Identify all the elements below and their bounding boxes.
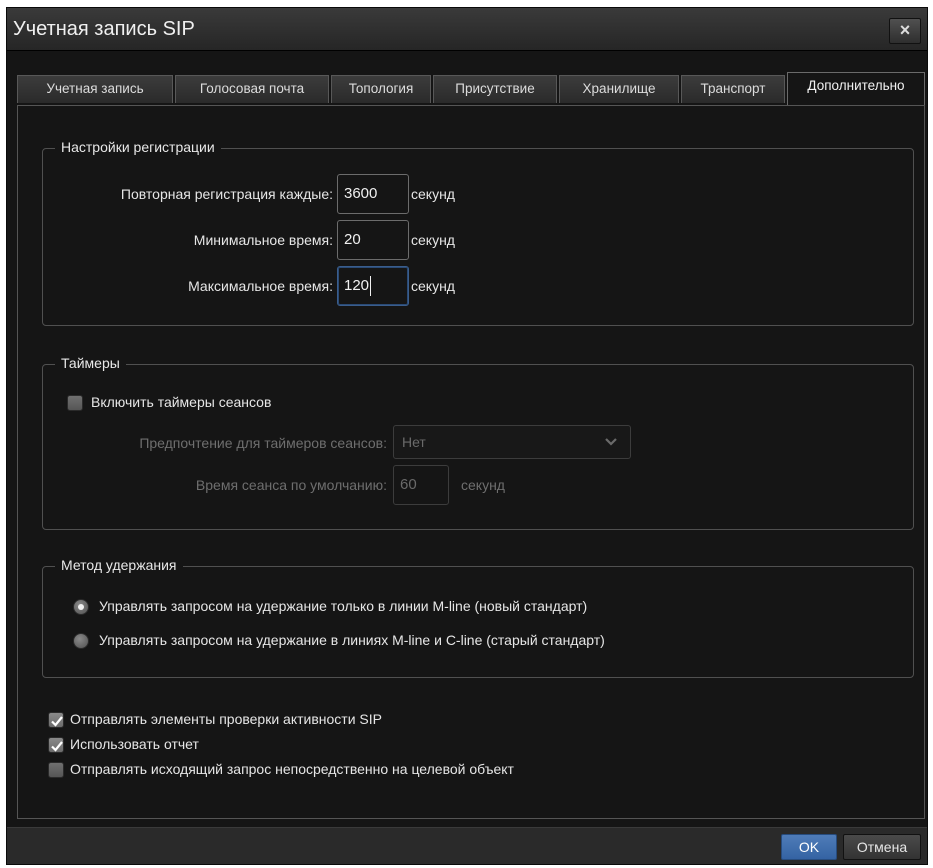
registration-group: Настройки регистрации Повторная регистра… bbox=[42, 139, 914, 326]
min-time-unit: секунд bbox=[411, 232, 455, 248]
ok-button[interactable]: OK bbox=[781, 834, 837, 860]
timer-preference-value: Нет bbox=[402, 434, 426, 450]
timers-group: Таймеры Включить таймеры сеансов Предпоч… bbox=[42, 355, 914, 530]
timer-preference-label: Предпочтение для таймеров сеансов: bbox=[139, 435, 387, 451]
enable-session-timers-label[interactable]: Включить таймеры сеансов bbox=[91, 394, 271, 410]
cancel-button[interactable]: Отмена bbox=[843, 834, 921, 860]
sip-account-dialog: Учетная запись SIP × Учетная запись Голо… bbox=[6, 7, 928, 865]
checkmark-icon bbox=[51, 741, 63, 752]
hold-mline-label[interactable]: Управлять запросом на удержание только в… bbox=[99, 598, 587, 614]
use-report-label[interactable]: Использовать отчет bbox=[70, 736, 199, 752]
reregister-input[interactable]: 3600 bbox=[337, 174, 409, 214]
reregister-unit: секунд bbox=[411, 186, 455, 202]
max-time-value: 120 bbox=[344, 277, 370, 294]
close-button[interactable]: × bbox=[889, 18, 921, 44]
tab-account[interactable]: Учетная запись bbox=[17, 75, 173, 103]
max-time-label: Максимальное время: bbox=[188, 278, 333, 294]
hold-method-group: Метод удержания Управлять запросом на уд… bbox=[42, 557, 914, 678]
hold-method-legend: Метод удержания bbox=[55, 557, 183, 573]
chevron-down-icon bbox=[604, 426, 618, 469]
max-time-input[interactable]: 120 bbox=[337, 266, 409, 306]
min-time-input[interactable]: 20 bbox=[337, 220, 409, 260]
tab-bar: Учетная запись Голосовая почта Топология… bbox=[17, 72, 925, 106]
timer-preference-select[interactable]: Нет bbox=[393, 425, 631, 459]
max-time-unit: секунд bbox=[411, 278, 455, 294]
hold-mline-cline-label[interactable]: Управлять запросом на удержание в линиях… bbox=[99, 632, 605, 648]
default-session-time-label: Время сеанса по умолчанию: bbox=[195, 477, 387, 493]
timers-legend: Таймеры bbox=[55, 355, 126, 371]
use-report-checkbox[interactable] bbox=[48, 737, 64, 753]
advanced-panel: Настройки регистрации Повторная регистра… bbox=[17, 105, 925, 819]
hold-mline-cline-radio[interactable] bbox=[73, 633, 89, 649]
tab-voicemail[interactable]: Голосовая почта bbox=[175, 75, 329, 103]
direct-outgoing-label[interactable]: Отправлять исходящий запрос непосредстве… bbox=[70, 761, 514, 777]
tab-presence[interactable]: Присутствие bbox=[433, 75, 557, 103]
title-bar[interactable]: Учетная запись SIP × bbox=[7, 8, 927, 51]
text-caret bbox=[370, 276, 372, 297]
dialog-footer: OK Отмена bbox=[7, 827, 927, 864]
close-icon: × bbox=[899, 20, 911, 40]
tab-transport[interactable]: Транспорт bbox=[681, 75, 785, 103]
default-session-time-input[interactable]: 60 bbox=[393, 465, 449, 505]
reregister-label: Повторная регистрация каждые: bbox=[120, 186, 333, 202]
keepalive-label[interactable]: Отправлять элементы проверки активности … bbox=[70, 711, 382, 727]
keepalive-checkbox[interactable] bbox=[48, 712, 64, 728]
default-session-time-unit: секунд bbox=[461, 477, 505, 493]
min-time-label: Минимальное время: bbox=[193, 232, 333, 248]
checkmark-icon bbox=[51, 716, 63, 727]
hold-mline-radio[interactable] bbox=[73, 599, 89, 615]
tab-advanced[interactable]: Дополнительно bbox=[787, 72, 925, 105]
window-title: Учетная запись SIP bbox=[13, 18, 195, 40]
tab-storage[interactable]: Хранилище bbox=[559, 75, 679, 103]
registration-legend: Настройки регистрации bbox=[55, 139, 221, 155]
tab-topology[interactable]: Топология bbox=[331, 75, 431, 103]
enable-session-timers-checkbox[interactable] bbox=[67, 395, 83, 411]
direct-outgoing-checkbox[interactable] bbox=[48, 762, 64, 778]
